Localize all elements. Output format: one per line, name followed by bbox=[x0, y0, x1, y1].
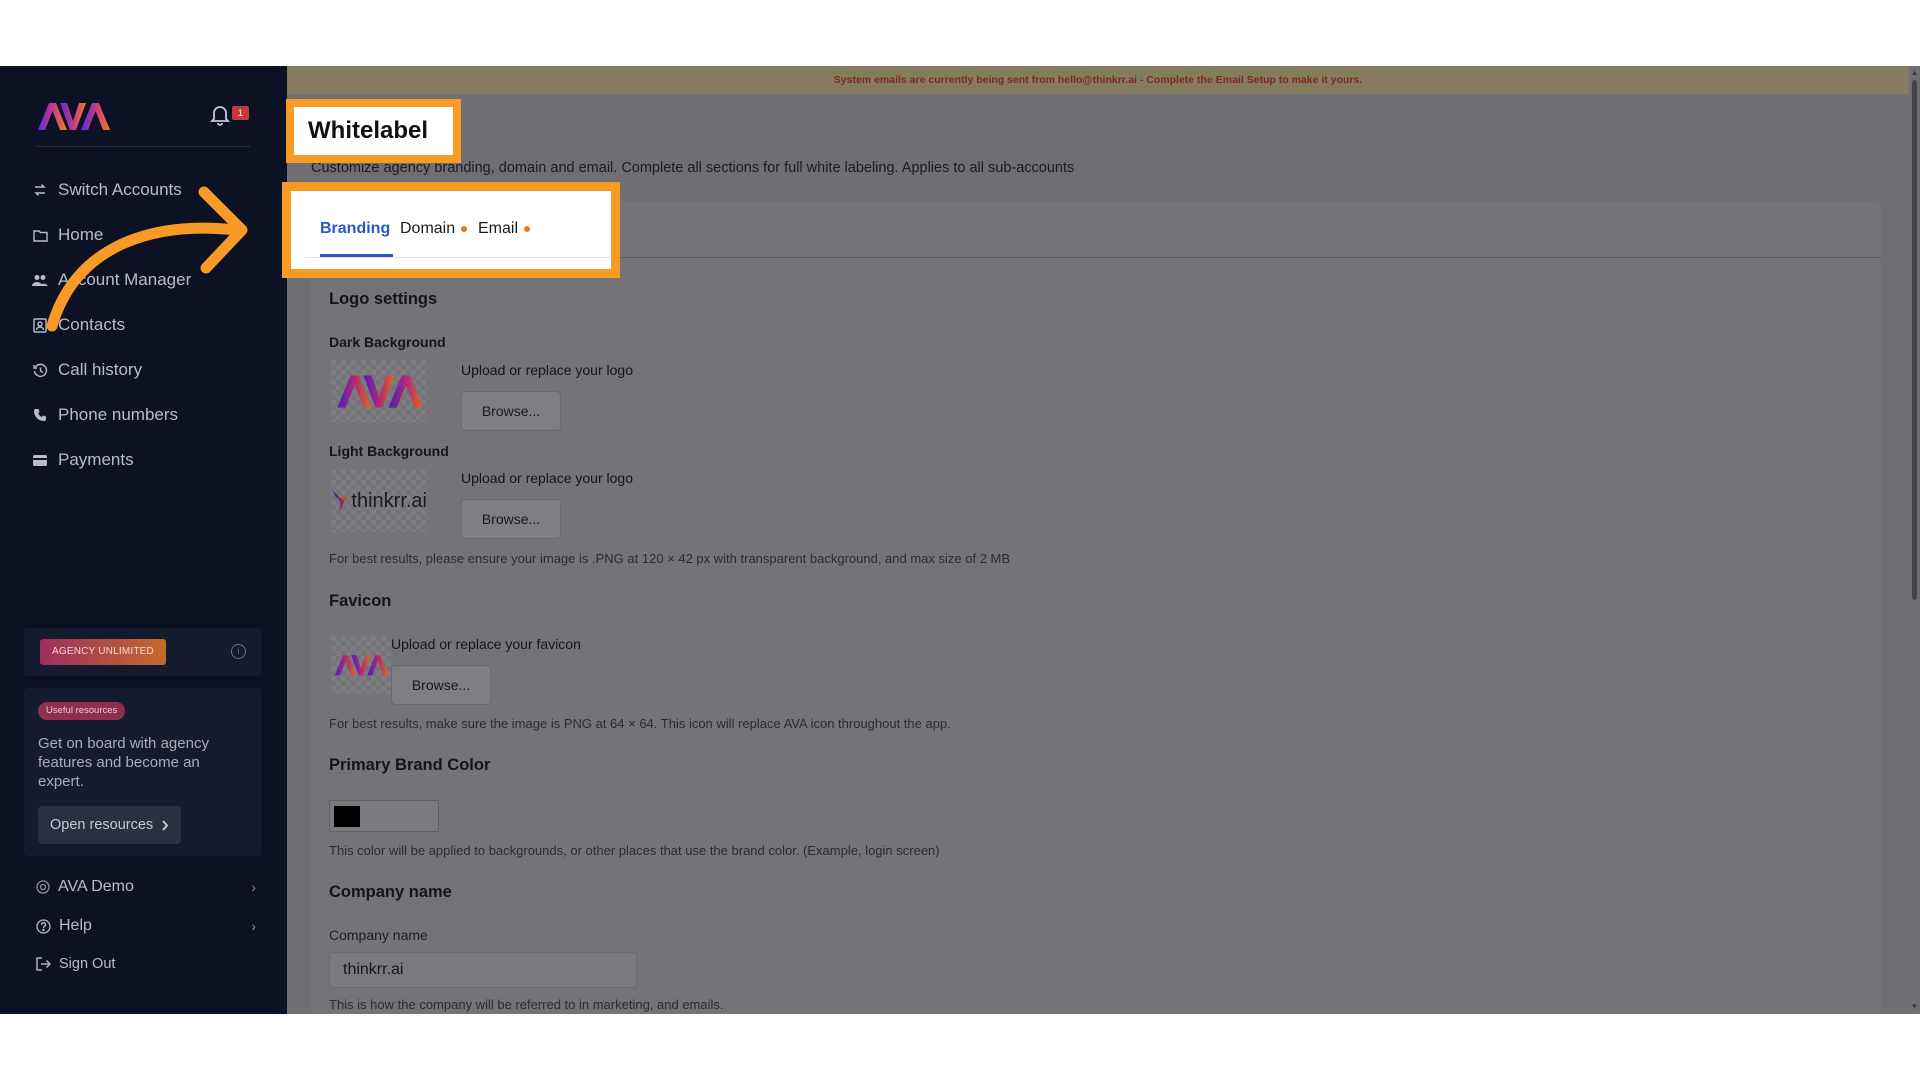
tab-email[interactable]: Email bbox=[478, 220, 531, 238]
whitelabel-card: Branding Domain Email Logo settings Dark… bbox=[311, 202, 1881, 1014]
thinkrr-logo-text: thinkrr.ai bbox=[351, 489, 427, 512]
company-name-title: Company name bbox=[329, 883, 452, 901]
upload-light-logo-label: Upload or replace your logo bbox=[461, 470, 633, 486]
sidebar-item-label: Phone numbers bbox=[58, 405, 179, 424]
resources-badge: Useful resources bbox=[38, 702, 126, 720]
company-name-label: Company name bbox=[329, 927, 428, 943]
brand-color-help-text: This color will be applied to background… bbox=[329, 843, 940, 858]
dark-background-label: Dark Background bbox=[329, 334, 446, 350]
sidebar-item-phone-numbers[interactable]: Phone numbers bbox=[32, 401, 178, 429]
email-setup-banner[interactable]: System emails are currently being sent f… bbox=[287, 66, 1909, 94]
card-icon bbox=[32, 452, 48, 468]
browse-favicon-button[interactable]: Browse... bbox=[391, 665, 491, 705]
sidebar-item-label: Sign Out bbox=[59, 956, 116, 972]
sidebar-item-sign-out[interactable]: Sign Out bbox=[36, 951, 256, 977]
help-icon bbox=[36, 918, 51, 934]
scroll-down-arrow[interactable]: ▼ bbox=[1910, 1002, 1919, 1011]
dark-logo-preview bbox=[331, 360, 427, 422]
chevron-right-icon: › bbox=[251, 918, 256, 934]
brand-color-swatch bbox=[334, 806, 360, 827]
scroll-thumb[interactable] bbox=[1912, 80, 1917, 600]
plan-card: AGENCY UNLIMITED i bbox=[24, 628, 262, 676]
bell-icon[interactable] bbox=[208, 102, 232, 126]
sidebar-item-label: Call history bbox=[58, 360, 143, 379]
favicon-preview bbox=[331, 636, 391, 694]
sidebar-item-label: AVA Demo bbox=[58, 878, 134, 895]
highlight-tabs: Branding Domain Email bbox=[282, 182, 620, 278]
chevron-right-icon bbox=[162, 819, 169, 831]
favicon-title: Favicon bbox=[329, 592, 392, 610]
phone-icon bbox=[32, 407, 48, 423]
ava-logo bbox=[337, 375, 423, 408]
chevron-right-icon: › bbox=[251, 879, 256, 895]
tab-label: Domain bbox=[400, 220, 456, 237]
tab-label: Branding bbox=[320, 220, 391, 237]
highlighted-page-title: Whitelabel bbox=[308, 117, 429, 144]
open-resources-button[interactable]: Open resources bbox=[38, 806, 182, 844]
history-icon bbox=[32, 362, 48, 378]
active-tab-indicator bbox=[320, 254, 393, 257]
target-icon bbox=[36, 880, 50, 894]
upload-dark-logo-label: Upload or replace your logo bbox=[461, 362, 633, 378]
resources-text: Get on board with agency features and be… bbox=[38, 735, 209, 790]
hummingbird-icon bbox=[332, 490, 351, 512]
ava-favicon bbox=[334, 655, 389, 676]
company-name-help-text: This is how the company will be referred… bbox=[329, 997, 724, 1012]
open-resources-label: Open resources bbox=[50, 817, 154, 833]
sidebar-item-payments[interactable]: Payments bbox=[32, 446, 134, 474]
sidebar-item-ava-demo[interactable]: AVA Demo › bbox=[36, 874, 256, 900]
brand-color-picker[interactable] bbox=[329, 800, 439, 832]
tab-domain[interactable]: Domain bbox=[400, 220, 468, 238]
favicon-help-text: For best results, make sure the image is… bbox=[329, 716, 951, 731]
company-name-input[interactable]: thinkrr.ai bbox=[329, 952, 637, 988]
tab-branding[interactable]: Branding bbox=[320, 220, 390, 238]
ava-logo[interactable] bbox=[36, 100, 110, 132]
tutorial-arrow-icon bbox=[46, 186, 248, 332]
sidebar-item-call-history[interactable]: Call history bbox=[32, 356, 142, 384]
brand-color-title: Primary Brand Color bbox=[329, 756, 491, 774]
tab-underline-track bbox=[305, 257, 610, 258]
resources-card: Useful resources Get on board with agenc… bbox=[24, 688, 262, 856]
light-background-label: Light Background bbox=[329, 443, 449, 459]
info-icon[interactable]: i bbox=[231, 644, 246, 659]
scrollbar[interactable]: ▲ ▼ bbox=[1909, 66, 1920, 1014]
light-logo-preview: thinkrr.ai bbox=[331, 470, 427, 532]
upload-favicon-label: Upload or replace your favicon bbox=[391, 636, 581, 652]
sidebar-item-label: Help bbox=[59, 917, 92, 934]
signout-icon bbox=[36, 957, 51, 971]
sidebar-item-label: Payments bbox=[58, 450, 134, 469]
incomplete-dot bbox=[461, 226, 468, 232]
browse-light-logo-button[interactable]: Browse... bbox=[461, 499, 561, 539]
browse-dark-logo-button[interactable]: Browse... bbox=[461, 391, 561, 431]
sidebar-item-help[interactable]: Help › bbox=[36, 913, 256, 939]
logo-settings-title: Logo settings bbox=[329, 290, 438, 308]
plan-badge: AGENCY UNLIMITED bbox=[40, 639, 166, 665]
scroll-up-arrow[interactable]: ▲ bbox=[1910, 68, 1919, 77]
tab-label: Email bbox=[478, 220, 519, 237]
highlight-page-title: Whitelabel bbox=[286, 99, 461, 163]
incomplete-dot bbox=[524, 226, 531, 232]
logo-help-text: For best results, please ensure your ima… bbox=[329, 551, 1011, 566]
notification-badge: 1 bbox=[232, 106, 249, 120]
sidebar-divider bbox=[36, 146, 250, 147]
